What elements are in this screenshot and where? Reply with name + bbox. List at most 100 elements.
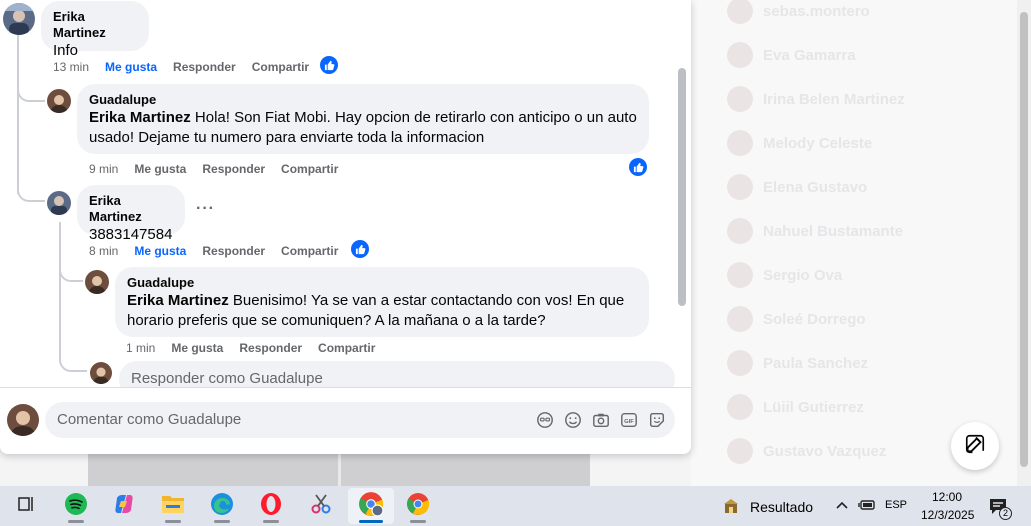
task-view-button[interactable]: [6, 488, 46, 524]
avatar[interactable]: [47, 89, 71, 113]
new-message-button[interactable]: [951, 422, 999, 470]
chrome-button[interactable]: [398, 488, 438, 524]
reply-button[interactable]: Responder: [202, 244, 265, 258]
search-result-label[interactable]: Resultado: [750, 499, 813, 515]
copilot-button[interactable]: [104, 488, 144, 524]
mention-link[interactable]: Erika Martinez: [127, 292, 229, 309]
sticker-icon[interactable]: [647, 410, 667, 430]
comment-bubble: Guadalupe Erika Martinez Buenisimo! Ya s…: [115, 267, 649, 337]
clock-date[interactable]: 12/3/2025: [921, 508, 974, 522]
timestamp[interactable]: 9 min: [89, 162, 118, 176]
contact-name: Gustavo Vazquez: [763, 442, 887, 460]
comments-dialog: Erika Martinez Info 13 min Me gusta Resp…: [0, 0, 691, 454]
edge-icon: [210, 492, 234, 521]
share-button[interactable]: Compartir: [281, 162, 338, 176]
like-reaction-icon[interactable]: [629, 158, 647, 176]
avatar: [727, 218, 753, 244]
avatar: [727, 0, 753, 24]
reply-button[interactable]: Responder: [173, 60, 236, 74]
like-button[interactable]: Me gusta: [134, 162, 186, 176]
clock-time[interactable]: 12:00: [932, 490, 962, 504]
avatar: [727, 306, 753, 332]
contact-item[interactable]: Gustavo Vazquez: [727, 436, 987, 466]
camera-icon[interactable]: [591, 410, 611, 430]
timestamp[interactable]: 13 min: [53, 60, 89, 74]
contact-item[interactable]: Paula Sanchez: [727, 348, 987, 378]
snipping-tool-button[interactable]: [301, 488, 341, 524]
avatar: [727, 262, 753, 288]
timestamp[interactable]: 8 min: [89, 244, 118, 258]
contact-name: sebas.montero: [763, 2, 870, 20]
contact-item[interactable]: Nahuel Bustamante: [727, 216, 987, 246]
comment-actions: 9 min Me gusta Responder Compartir: [89, 162, 338, 176]
comment-author[interactable]: Guadalupe: [89, 92, 637, 108]
like-reaction-icon[interactable]: [320, 56, 338, 74]
edge-button[interactable]: [202, 488, 242, 524]
avatar-sticker-icon[interactable]: [535, 410, 555, 430]
contact-item[interactable]: Sergio Ova: [727, 260, 987, 290]
mention-link[interactable]: Erika Martinez: [89, 109, 191, 126]
more-options-icon[interactable]: ···: [196, 200, 215, 218]
timestamp[interactable]: 1 min: [126, 341, 155, 355]
contact-name: Paula Sanchez: [763, 354, 869, 372]
contact-item[interactable]: sebas.montero: [727, 0, 987, 26]
like-button[interactable]: Me gusta: [105, 60, 157, 74]
file-explorer-button[interactable]: [153, 488, 193, 524]
gif-icon[interactable]: GIF: [619, 410, 639, 430]
taskbar: Resultado ESP 12:00 12/3/2025 2: [0, 486, 1031, 526]
comment-text: 3883147584: [89, 226, 173, 243]
avatar[interactable]: [7, 404, 39, 436]
like-reaction-icon[interactable]: [351, 240, 369, 258]
language-indicator[interactable]: ESP: [885, 499, 907, 511]
contact-item[interactable]: Lüiil Gutierrez: [727, 392, 987, 422]
contact-item[interactable]: Melody Celeste: [727, 128, 987, 158]
avatar: [727, 438, 753, 464]
contact-item[interactable]: Soleé Dorrego: [727, 304, 987, 334]
spotify-button[interactable]: [56, 488, 96, 524]
chevron-up-icon[interactable]: [835, 498, 849, 517]
opera-icon: [259, 492, 283, 521]
contact-item[interactable]: Elena Gustavo: [727, 172, 987, 202]
task-view-icon: [16, 494, 36, 519]
contact-item[interactable]: Irina Belen Martinez: [727, 84, 987, 114]
chrome-icon: [406, 492, 430, 521]
contact-name: Eva Gamarra: [763, 46, 856, 64]
share-button[interactable]: Compartir: [318, 341, 375, 355]
contact-name: Elena Gustavo: [763, 178, 868, 196]
search-result-icon[interactable]: [722, 497, 740, 520]
thread-scrollbar[interactable]: [677, 68, 687, 308]
contact-name: Sergio Ova: [763, 266, 843, 284]
like-button[interactable]: Me gusta: [134, 244, 186, 258]
avatar: [727, 86, 753, 112]
contact-name: Nahuel Bustamante: [763, 222, 904, 240]
share-button[interactable]: Compartir: [281, 244, 338, 258]
contact-name: Soleé Dorrego: [763, 310, 866, 328]
page-scrollbar[interactable]: [1017, 0, 1031, 486]
battery-plug-icon[interactable]: [858, 498, 876, 517]
chrome-profile-button[interactable]: [348, 488, 394, 524]
reply-input[interactable]: Responder como Guadalupe: [119, 361, 675, 387]
comment-actions: 8 min Me gusta Responder Compartir: [89, 244, 338, 258]
emoji-icon[interactable]: [563, 410, 583, 430]
comment-author[interactable]: Guadalupe: [127, 275, 637, 291]
avatar[interactable]: [85, 270, 109, 294]
avatar[interactable]: [3, 3, 35, 35]
share-button[interactable]: Compartir: [252, 60, 309, 74]
svg-text:GIF: GIF: [624, 419, 634, 425]
comment-text: Info: [53, 42, 79, 59]
comment-actions: 1 min Me gusta Responder Compartir: [126, 341, 375, 355]
opera-button[interactable]: [251, 488, 291, 524]
avatar[interactable]: [90, 362, 112, 384]
comment-bubble: Erika Martinez 3883147584: [77, 185, 185, 243]
contact-item[interactable]: Eva Gamarra: [727, 40, 987, 70]
comment-thread: Erika Martinez Info 13 min Me gusta Resp…: [0, 0, 691, 387]
comment-author[interactable]: Erika Martinez: [53, 9, 137, 41]
avatar[interactable]: [47, 191, 71, 215]
reply-button[interactable]: Responder: [239, 341, 302, 355]
comment-bubble: Guadalupe Erika Martinez Hola! Son Fiat …: [77, 84, 649, 154]
compose-icon: [964, 433, 986, 460]
like-button[interactable]: Me gusta: [171, 341, 223, 355]
spotify-icon: [64, 492, 88, 521]
comment-author[interactable]: Erika Martinez: [89, 193, 173, 225]
reply-button[interactable]: Responder: [202, 162, 265, 176]
